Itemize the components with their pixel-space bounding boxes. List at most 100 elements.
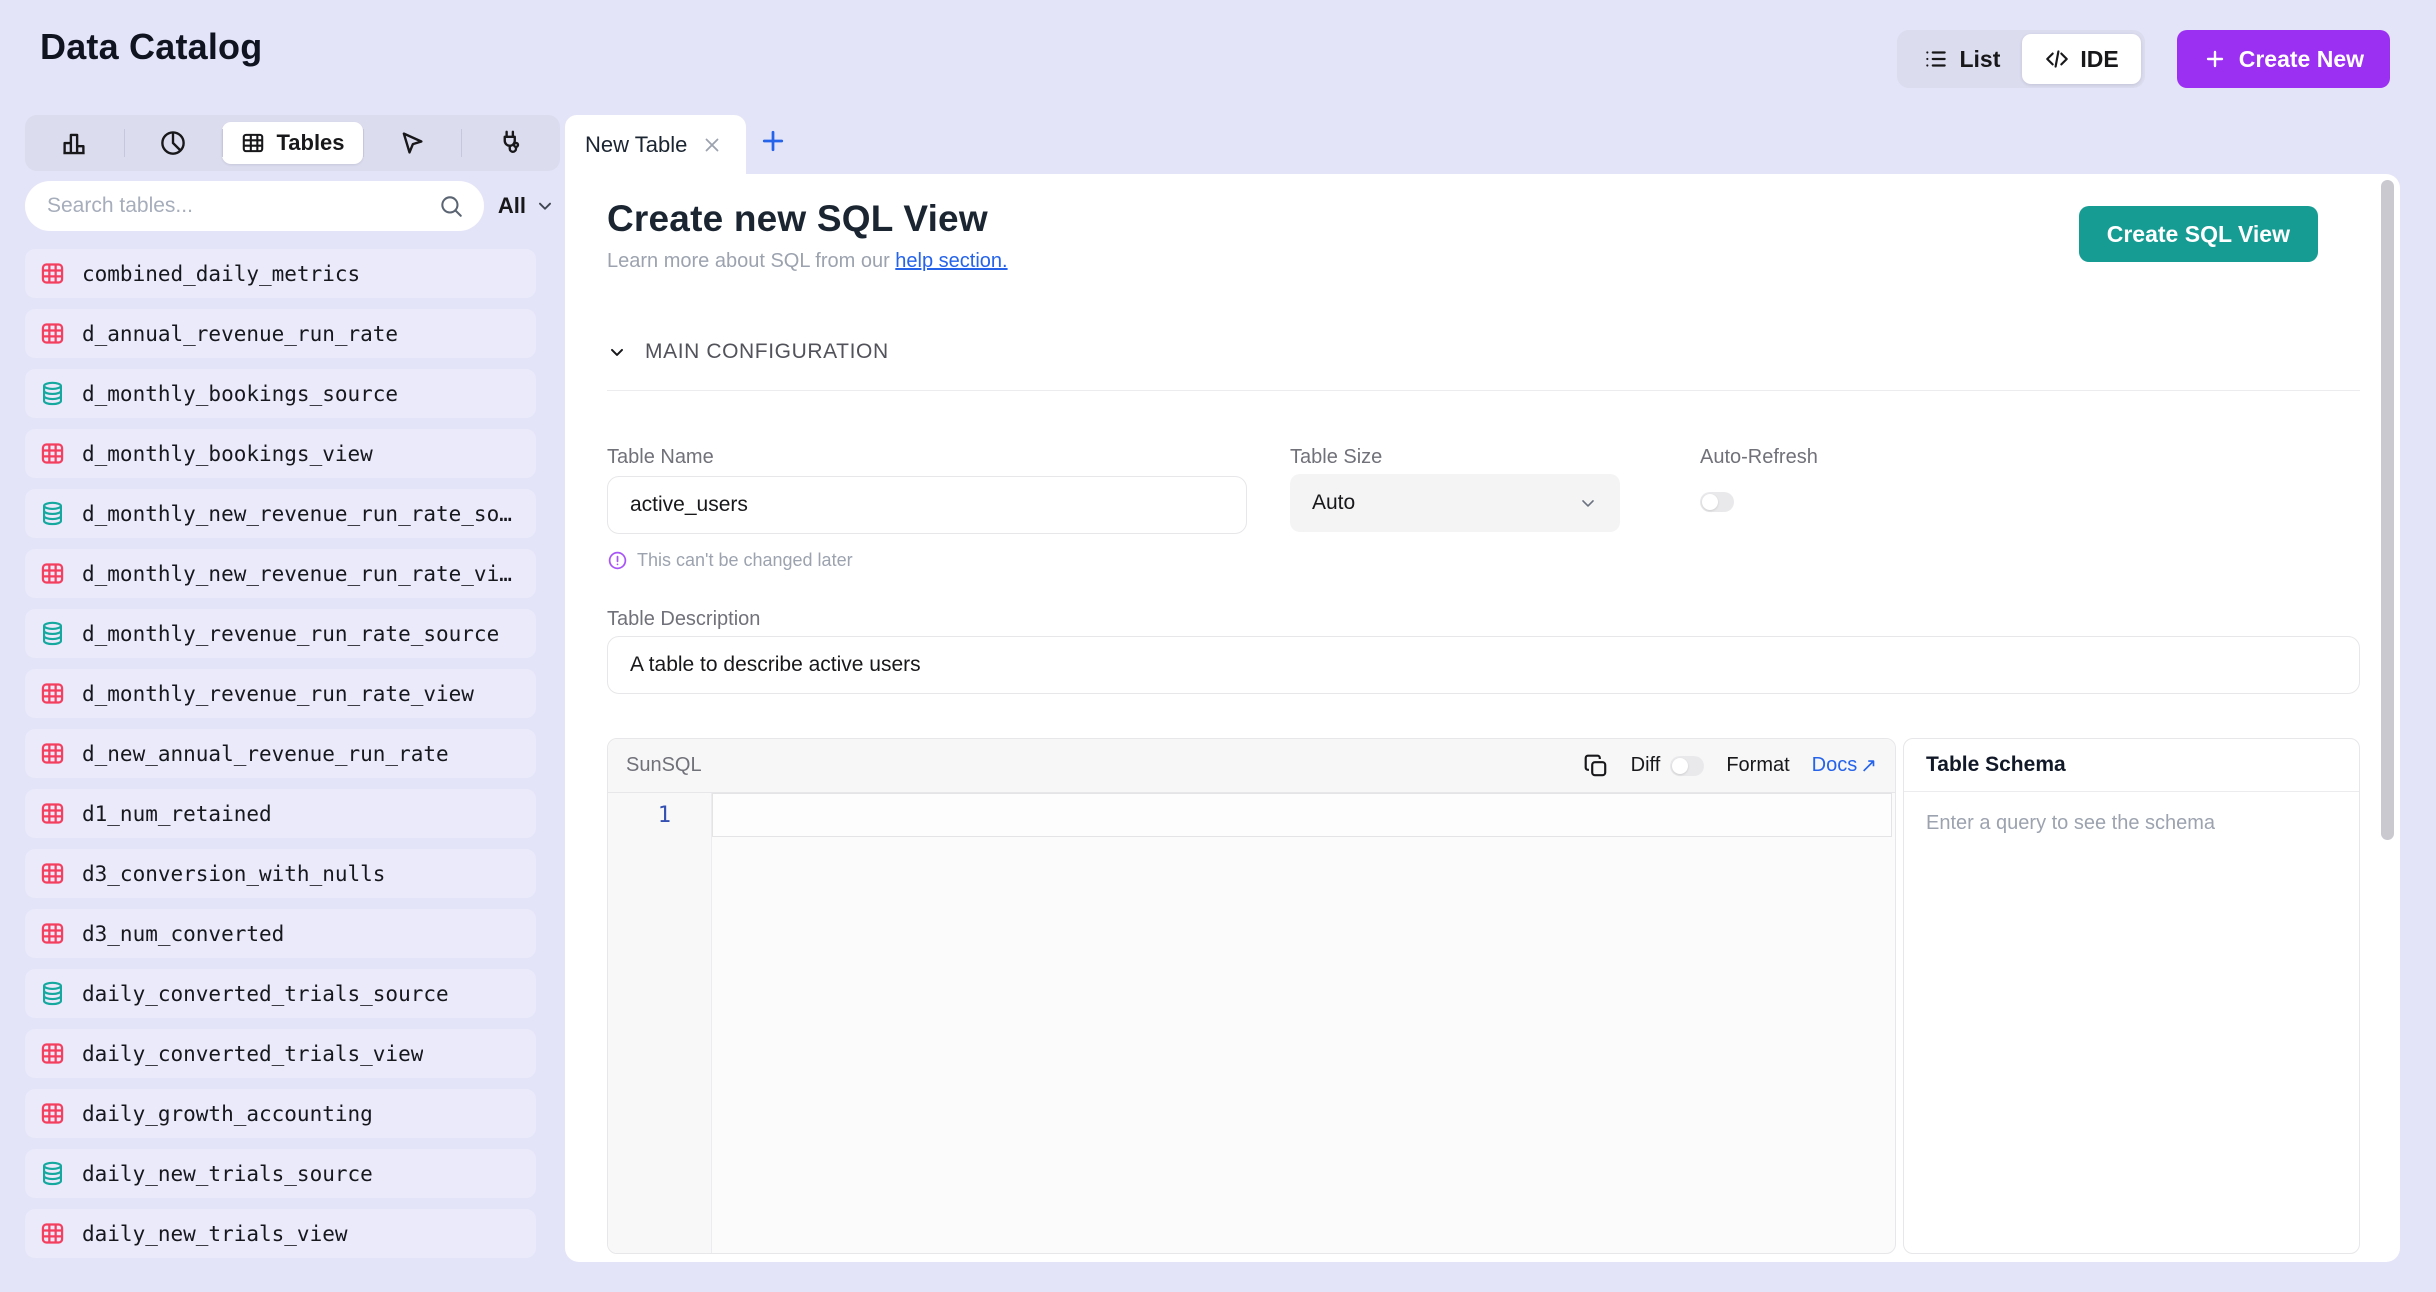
table-item-label: daily_new_trials_source — [82, 1161, 373, 1186]
table-size-value: Auto — [1312, 491, 1356, 514]
table-list-item[interactable]: d3_num_converted — [25, 909, 536, 958]
table-item-label: d_monthly_bookings_view — [82, 441, 373, 466]
docs-link-label: Docs — [1811, 754, 1858, 776]
view-subtitle: Learn more about SQL from our help secti… — [607, 250, 1008, 273]
table-schema-title: Table Schema — [1904, 739, 2359, 792]
main-scrollbar[interactable] — [2381, 180, 2394, 840]
database-icon — [39, 1160, 66, 1187]
table-size-select[interactable]: Auto — [1290, 474, 1620, 532]
database-icon — [39, 620, 66, 647]
sidebar-tab-metrics[interactable] — [123, 115, 223, 171]
database-icon — [39, 500, 66, 527]
table-list-item[interactable]: d_annual_revenue_run_rate — [25, 309, 536, 358]
section-title: MAIN CONFIGURATION — [645, 340, 889, 363]
table-name-label: Table Name — [607, 446, 714, 468]
table-list-item[interactable]: daily_converted_trials_source — [25, 969, 536, 1018]
table-list-item[interactable]: daily_converted_trials_view — [25, 1029, 536, 1078]
table-item-label: d_monthly_new_revenue_run_rate_so… — [82, 501, 512, 526]
table-schema-empty-text: Enter a query to see the schema — [1926, 812, 2216, 834]
table-item-label: d_new_annual_revenue_run_rate — [82, 741, 449, 766]
sidebar-tab-tables-label: Tables — [276, 130, 345, 155]
table-list-item[interactable]: d_monthly_new_revenue_run_rate_so… — [25, 489, 536, 538]
sidebar-tab-cursor[interactable] — [362, 115, 462, 171]
ide-view-label: IDE — [2080, 45, 2119, 72]
list-view-label: List — [1959, 45, 2001, 72]
create-sql-view-button[interactable]: Create SQL View — [2078, 206, 2318, 262]
table-list-item[interactable]: daily_growth_accounting — [25, 1089, 536, 1138]
sql-editor-header: SunSQL Diff Format Docs ↗ — [608, 739, 1895, 793]
table-view-icon — [39, 560, 66, 587]
table-view-icon — [39, 320, 66, 347]
external-link-icon: ↗ — [1860, 755, 1877, 777]
list-icon — [1923, 46, 1949, 72]
table-list-item[interactable]: d1_num_retained — [25, 789, 536, 838]
search-input[interactable] — [47, 194, 438, 218]
section-divider — [607, 390, 2360, 391]
table-list-item[interactable]: d_monthly_revenue_run_rate_view — [25, 669, 536, 718]
filter-dropdown[interactable]: All — [498, 193, 560, 219]
view-mode-toggle: List IDE — [1897, 30, 2145, 88]
pie-chart-icon — [158, 128, 188, 158]
table-size-label: Table Size — [1290, 446, 1383, 468]
table-item-label: d_annual_revenue_run_rate — [82, 321, 399, 346]
table-list-item[interactable]: d3_conversion_with_nulls — [25, 849, 536, 898]
help-section-link[interactable]: help section. — [895, 250, 1007, 272]
table-item-label: daily_converted_trials_view — [82, 1041, 424, 1066]
table-schema-panel: Table Schema Enter a query to see the sc… — [1903, 738, 2360, 1254]
table-item-label: d_monthly_new_revenue_run_rate_vi… — [82, 561, 512, 586]
header-actions: List IDE Create New — [1897, 30, 2390, 88]
auto-refresh-toggle[interactable] — [1700, 492, 1734, 512]
table-view-icon — [39, 260, 66, 287]
table-item-label: d_monthly_revenue_run_rate_view — [82, 681, 474, 706]
table-grid-icon — [240, 130, 266, 156]
table-item-label: daily_converted_trials_source — [82, 981, 449, 1006]
table-name-input[interactable] — [607, 476, 1247, 534]
database-icon — [39, 380, 66, 407]
table-list-item[interactable]: daily_new_trials_view — [25, 1209, 536, 1258]
table-view-icon — [39, 920, 66, 947]
sidebar-tab-connections[interactable] — [461, 115, 560, 171]
table-item-label: d_monthly_bookings_source — [82, 381, 399, 406]
active-line-highlight — [712, 793, 1892, 837]
create-new-button[interactable]: Create New — [2176, 30, 2390, 88]
plus-icon — [2203, 47, 2227, 71]
table-name-note-text: This can't be changed later — [637, 550, 853, 570]
table-list-item[interactable]: d_new_annual_revenue_run_rate — [25, 729, 536, 778]
table-list-item[interactable]: d_monthly_revenue_run_rate_source — [25, 609, 536, 658]
table-view-icon — [39, 680, 66, 707]
diff-toggle[interactable] — [1670, 755, 1705, 776]
tab-new-table[interactable]: New Table — [565, 115, 746, 175]
create-new-label: Create New — [2238, 45, 2364, 72]
list-view-button[interactable]: List — [1901, 34, 2022, 84]
bar-chart-icon — [59, 128, 89, 158]
table-description-input[interactable] — [607, 636, 2360, 694]
docs-link[interactable]: Docs ↗ — [1812, 753, 1877, 778]
editor-body: 1 — [608, 793, 1895, 1253]
sidebar-tab-charts[interactable] — [25, 115, 124, 171]
ide-view-button[interactable]: IDE — [2022, 34, 2141, 84]
chevron-down-icon — [1578, 493, 1598, 513]
sidebar-tab-strip: Tables — [25, 115, 560, 171]
table-name-note: This can't be changed later — [607, 550, 853, 571]
table-list-item[interactable]: daily_new_trials_source — [25, 1149, 536, 1198]
sidebar-tab-tables[interactable]: Tables — [222, 115, 363, 171]
table-view-icon — [39, 800, 66, 827]
info-circle-icon — [607, 550, 628, 571]
editor-language-label: SunSQL — [626, 754, 702, 776]
add-tab-button[interactable] — [758, 126, 788, 156]
table-item-label: daily_new_trials_view — [82, 1221, 348, 1246]
table-list-item[interactable]: combined_daily_metrics — [25, 249, 536, 298]
close-icon[interactable] — [701, 134, 723, 156]
format-button[interactable]: Format — [1726, 754, 1789, 777]
main-configuration-section-header[interactable]: MAIN CONFIGURATION — [607, 340, 889, 364]
table-view-icon — [39, 1220, 66, 1247]
editor-actions: Diff Format Docs ↗ — [1583, 753, 1877, 779]
table-list-item[interactable]: d_monthly_new_revenue_run_rate_vi… — [25, 549, 536, 598]
code-input-area[interactable] — [712, 793, 1895, 1253]
table-list-item[interactable]: d_monthly_bookings_view — [25, 429, 536, 478]
plug-icon — [496, 128, 526, 158]
table-item-label: d1_num_retained — [82, 801, 272, 826]
copy-icon[interactable] — [1583, 753, 1609, 779]
table-list-item[interactable]: d_monthly_bookings_source — [25, 369, 536, 418]
view-heading: Create new SQL View — [607, 198, 988, 239]
